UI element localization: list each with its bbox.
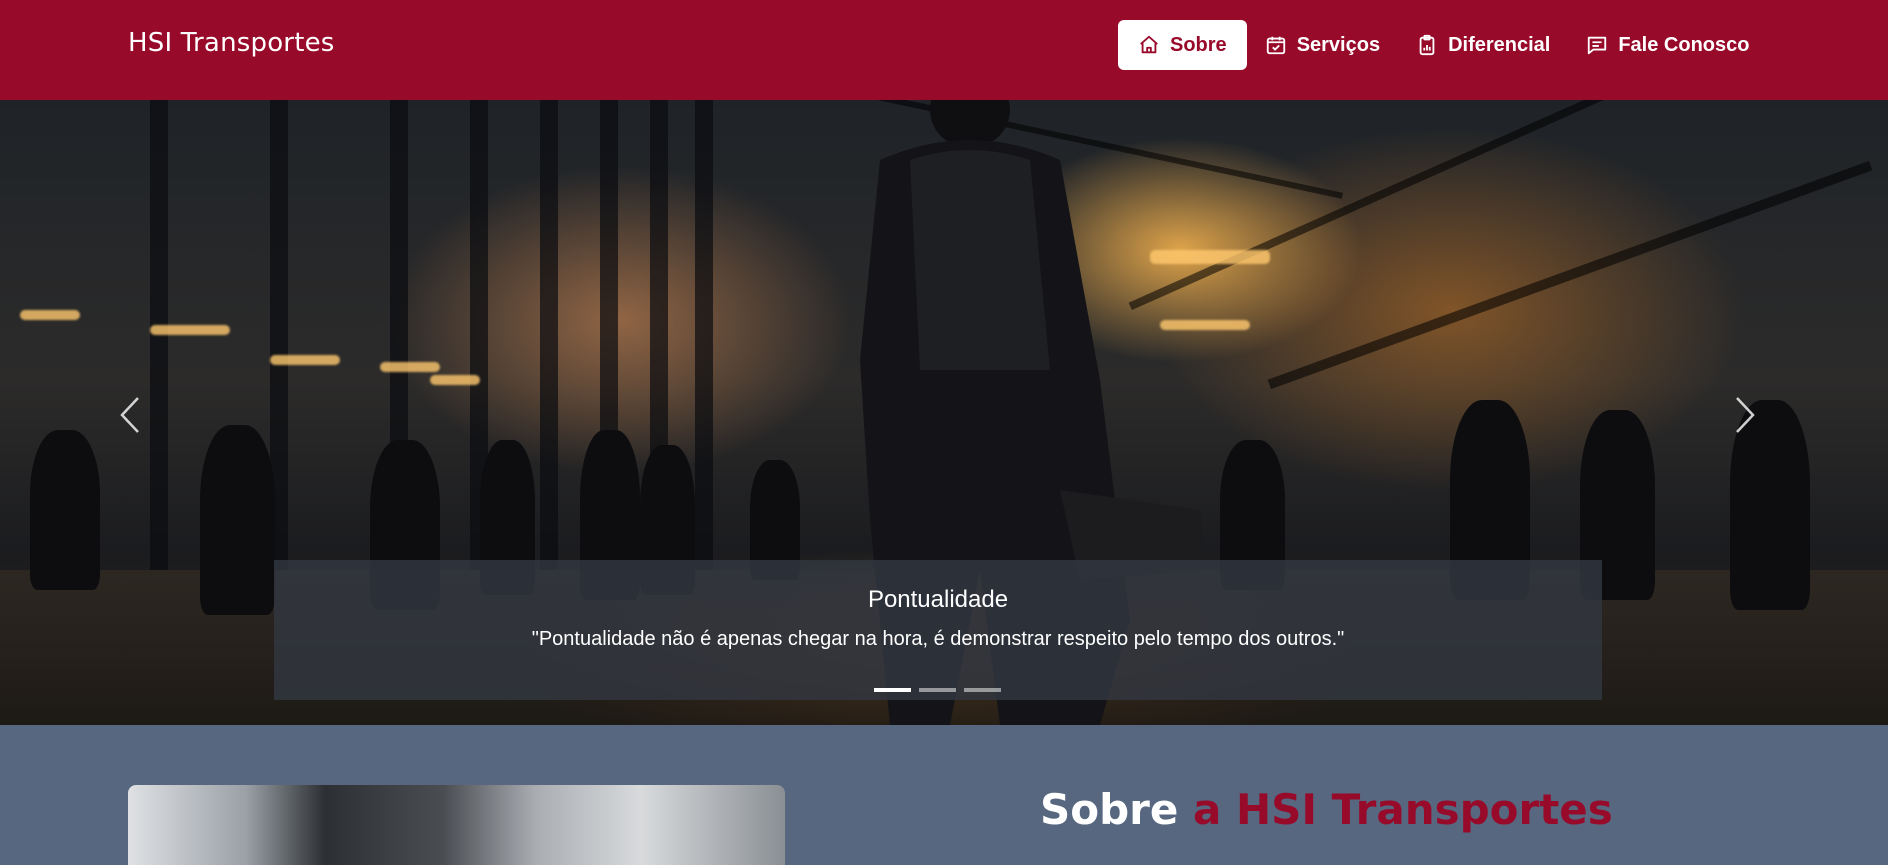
navbar: HSI Transportes Sobre Serviços Diferenci… (0, 0, 1888, 100)
about-title: Sobre a HSI Transportes (1040, 785, 1613, 834)
nav-label: Serviços (1296, 33, 1381, 56)
about-section: Sobre a HSI Transportes (0, 725, 1888, 865)
hero-carousel: Pontualidade "Pontualidade não é apenas … (0, 100, 1888, 725)
nav-label: Sobre (1170, 33, 1227, 56)
nav-item-servicos[interactable]: Serviços (1247, 20, 1398, 70)
home-icon (1140, 35, 1158, 54)
chevron-left-icon (120, 397, 139, 433)
carousel-indicator-2[interactable] (919, 688, 956, 692)
carousel-indicator-3[interactable] (964, 688, 1001, 692)
brand-logo[interactable]: HSI Transportes (128, 28, 335, 58)
caption-text: "Pontualidade não é apenas chegar na hor… (531, 628, 1345, 650)
calendar-check-icon (1266, 36, 1285, 55)
nav-item-diferencial[interactable]: Diferencial (1398, 20, 1568, 70)
nav-label: Diferencial (1448, 33, 1551, 56)
nav-item-sobre[interactable]: Sobre (1118, 20, 1247, 70)
carousel-caption: Pontualidade "Pontualidade não é apenas … (274, 560, 1602, 700)
about-title-plain: Sobre (1040, 785, 1179, 834)
carousel-indicators (874, 688, 1001, 692)
main-nav: Sobre Serviços Diferencial Fale Conosco (1118, 20, 1767, 70)
clipboard-chart-icon (1419, 34, 1435, 56)
about-car-image (128, 785, 785, 865)
carousel-prev-button[interactable] (110, 390, 150, 440)
nav-label: Fale Conosco (1618, 33, 1750, 56)
nav-item-fale-conosco[interactable]: Fale Conosco (1568, 20, 1767, 70)
chevron-right-icon (1736, 397, 1755, 433)
carousel-next-button[interactable] (1725, 390, 1765, 440)
caption-title: Pontualidade (867, 586, 1009, 613)
about-title-accent: a HSI Transportes (1193, 785, 1613, 834)
message-icon (1588, 36, 1607, 55)
carousel-indicator-1[interactable] (874, 688, 911, 692)
